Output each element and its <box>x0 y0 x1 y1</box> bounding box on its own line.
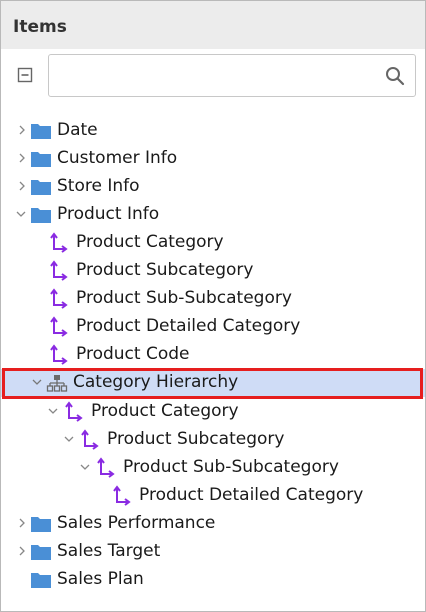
tree-item-product-code[interactable]: Product Code <box>1 341 425 369</box>
highlight-frame <box>2 368 423 399</box>
tree-item-store-info[interactable]: Store Info <box>1 173 425 201</box>
tree-item-hierarchy-product-detailed-category[interactable]: Product Detailed Category <box>1 482 425 510</box>
level-icon <box>65 401 83 422</box>
chevron-down-icon[interactable] <box>80 462 90 472</box>
panel-header: Items <box>1 1 425 49</box>
tree-item-label: Product Sub-Subcategory <box>76 288 292 308</box>
collapse-all-icon[interactable] <box>17 67 33 83</box>
folder-icon <box>31 124 51 139</box>
chevron-down-icon[interactable] <box>48 406 58 416</box>
level-icon <box>50 232 68 253</box>
chevron-right-icon[interactable] <box>17 125 27 135</box>
folder-icon <box>31 545 51 560</box>
level-icon <box>50 260 68 281</box>
search-input[interactable] <box>57 63 381 89</box>
tree-item-label: Date <box>57 120 98 140</box>
level-icon <box>97 457 115 478</box>
items-panel: Items Date Customer Info Store Info Prod… <box>0 0 426 612</box>
tree-item-label: Product Code <box>76 344 190 364</box>
level-icon <box>50 288 68 309</box>
chevron-right-icon[interactable] <box>17 153 27 163</box>
tree-item-label: Customer Info <box>57 148 178 168</box>
folder-icon <box>31 573 51 588</box>
tree-item-sales-plan[interactable]: Sales Plan <box>1 566 425 594</box>
tree-item-product-category[interactable]: Product Category <box>1 229 425 257</box>
folder-icon <box>31 180 51 195</box>
tree-item-label: Sales Plan <box>57 569 144 589</box>
panel-title: Items <box>13 17 67 37</box>
tree-item-label: Store Info <box>57 176 140 196</box>
tree-item-hierarchy-product-sub-subcategory[interactable]: Product Sub-Subcategory <box>1 454 425 482</box>
level-icon <box>81 429 99 450</box>
tree-item-customer-info[interactable]: Customer Info <box>1 145 425 173</box>
folder-icon <box>31 208 51 223</box>
level-icon <box>50 344 68 365</box>
folder-icon <box>31 517 51 532</box>
tree-item-product-info[interactable]: Product Info <box>1 201 425 229</box>
tree-item-label: Product Detailed Category <box>76 316 301 336</box>
level-icon <box>50 316 68 337</box>
chevron-right-icon[interactable] <box>17 518 27 528</box>
chevron-down-icon[interactable] <box>16 209 26 219</box>
tree-item-label: Product Category <box>76 232 224 252</box>
tree-item-hierarchy-product-subcategory[interactable]: Product Subcategory <box>1 426 425 454</box>
tree-item-date[interactable]: Date <box>1 117 425 145</box>
chevron-right-icon[interactable] <box>17 546 27 556</box>
chevron-right-icon[interactable] <box>17 181 27 191</box>
tree-item-sales-target[interactable]: Sales Target <box>1 538 425 566</box>
tree-item-label: Product Subcategory <box>76 260 254 280</box>
tree-item-product-sub-subcategory[interactable]: Product Sub-Subcategory <box>1 285 425 313</box>
tree-item-label: Sales Target <box>57 541 161 561</box>
tree-item-label: Product Subcategory <box>107 429 285 449</box>
search-icon[interactable] <box>385 66 405 86</box>
tree-item-product-subcategory[interactable]: Product Subcategory <box>1 257 425 285</box>
tree-item-label: Product Sub-Subcategory <box>123 457 339 477</box>
search-field[interactable] <box>48 54 416 97</box>
tree-item-product-detailed-category[interactable]: Product Detailed Category <box>1 313 425 341</box>
tree-item-hierarchy-product-category[interactable]: Product Category <box>1 398 425 426</box>
tree-item-label: Product Detailed Category <box>139 485 364 505</box>
tree-item-label: Product Category <box>91 401 239 421</box>
tree-item-label: Product Info <box>57 204 160 224</box>
level-icon <box>113 485 131 506</box>
chevron-down-icon[interactable] <box>64 434 74 444</box>
tree-item-label: Sales Performance <box>57 513 216 533</box>
tree-item-sales-performance[interactable]: Sales Performance <box>1 510 425 538</box>
folder-icon <box>31 152 51 167</box>
